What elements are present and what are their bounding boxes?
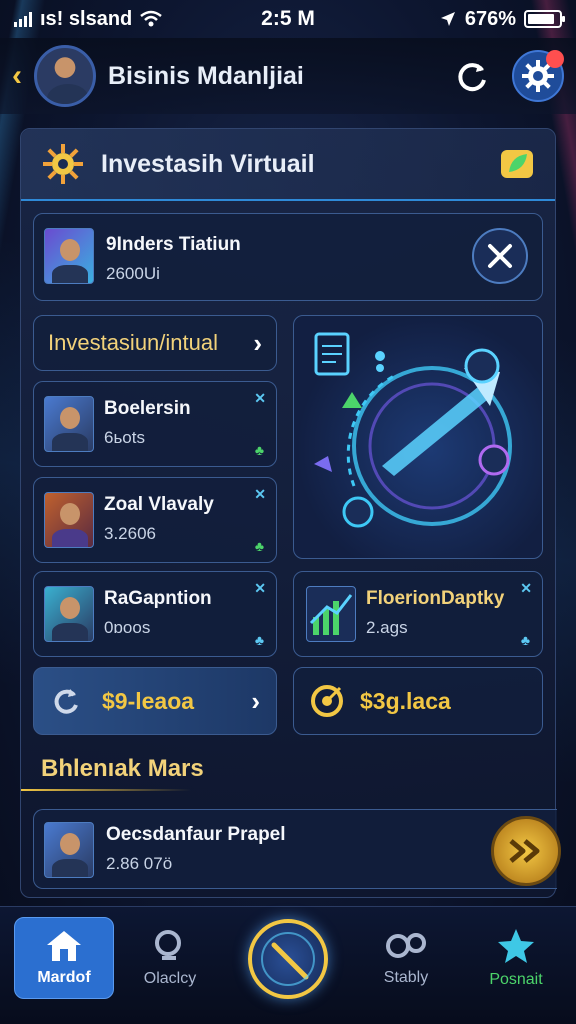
nav-label: Posnait <box>489 971 543 988</box>
wifi-icon <box>140 10 163 27</box>
gears-icon <box>386 933 426 958</box>
x-mark-icon: ✕ <box>520 580 532 596</box>
section-subtitle: Bhlenıak Mars <box>41 755 204 782</box>
x-mark-icon: ✕ <box>254 580 266 596</box>
row-value: 6ьots <box>104 428 145 447</box>
section-header[interactable]: Investasiun/intual › <box>33 315 277 371</box>
nav-stats[interactable]: Stably <box>356 917 456 999</box>
sun-gear-icon <box>43 144 83 184</box>
refresh-small-icon <box>54 689 78 714</box>
featured-item[interactable]: 9Inders Tiatiun 2600Ui <box>33 213 543 301</box>
status-bar: ıs! slsand 2:5 M 676% <box>0 0 576 38</box>
nav-home[interactable]: Mardof <box>14 917 114 999</box>
growth-illustration <box>293 315 543 559</box>
carrier-label: ıs! slsand <box>40 7 133 30</box>
star-icon <box>498 929 534 963</box>
page-title: Bisinis Mdanljiai <box>108 61 304 90</box>
amount-button-right[interactable]: $3g.laca <box>293 667 543 735</box>
row-name: Boelersin <box>104 398 191 419</box>
location-arrow-icon <box>440 12 455 26</box>
app-header: ‹ Bisinis Mdanljiai <box>0 38 576 114</box>
home-icon <box>47 931 81 961</box>
investment-card: Investasih Virtuail 9Inders Tiatiun 2600… <box>20 128 561 898</box>
row-avatar <box>44 492 94 548</box>
forward-button[interactable] <box>491 816 561 886</box>
x-mark-icon: ✕ <box>254 390 266 406</box>
amount-button-left[interactable]: $9-leaoa › <box>33 667 277 735</box>
amount-right: $3g.laca <box>360 687 451 714</box>
row-value: 3.2606 <box>104 524 156 543</box>
row-avatar <box>44 586 94 642</box>
row-value: 0ɒoos <box>104 618 151 637</box>
back-chevron-icon[interactable]: ‹ <box>12 59 32 93</box>
bottom-nav: Mardof Olaclcy Stably Posnait <box>0 906 576 1024</box>
chevron-right-icon: › <box>253 327 262 358</box>
list-item[interactable]: Oecsdanfaur Prapel 2.86 07ö <box>33 809 561 889</box>
divider <box>21 789 191 791</box>
nav-favorites[interactable]: Posnait <box>466 917 566 999</box>
settings-button[interactable] <box>512 50 564 102</box>
featured-avatar <box>44 228 94 284</box>
signal-icon <box>14 11 32 27</box>
battery-percent: 676% <box>464 7 516 30</box>
x-mark-icon: ✕ <box>254 486 266 502</box>
side-item-name: FloerionDaptky <box>366 588 505 609</box>
nav-label: Mardof <box>37 969 91 986</box>
section-title: Investasiun/intual <box>48 330 218 355</box>
refresh-button[interactable] <box>446 50 498 102</box>
card-title: Investasih Virtuail <box>101 149 315 178</box>
battery-icon <box>524 10 565 28</box>
nav-label: Olaclcy <box>143 970 197 987</box>
coin-target-icon <box>311 685 343 717</box>
row-avatar <box>44 396 94 452</box>
list-item[interactable]: RaGapntion 0ɒoos ✕ ♣ <box>33 571 277 657</box>
nav-center-button[interactable] <box>248 919 328 999</box>
refresh-icon <box>458 63 486 92</box>
row-name: RaGapntion <box>104 588 212 609</box>
amount-left: $9-leaoa <box>102 687 195 714</box>
chart-thumbnail-icon <box>306 586 356 642</box>
list-item[interactable]: Boelersin 6ьots ✕ ♣ <box>33 381 277 467</box>
club-icon: ♣ <box>254 538 264 554</box>
row-name: Oecsdanfaur Prapel <box>106 824 286 845</box>
chevron-right-icon: › <box>251 685 260 716</box>
club-icon: ♣ <box>254 442 264 458</box>
leaf-badge-icon[interactable] <box>499 146 535 182</box>
list-item[interactable]: Zoal Vlavaly 3.2606 ✕ ♣ <box>33 477 277 563</box>
featured-name: 9Inders Tiatiun <box>106 234 241 255</box>
row-value: 2.86 07ö <box>106 854 173 873</box>
side-item-value: 2.ags <box>366 618 408 637</box>
nav-label: Stably <box>383 969 429 986</box>
compass-icon <box>261 932 315 986</box>
row-name: Zoal Vlavaly <box>104 494 214 515</box>
club-icon: ♣ <box>254 632 264 648</box>
side-item[interactable]: FloerionDaptky 2.ags ✕ ♣ <box>293 571 543 657</box>
fast-forward-icon <box>509 839 540 863</box>
close-icon <box>488 244 512 268</box>
row-avatar <box>44 822 94 878</box>
magnifier-icon <box>155 930 181 960</box>
featured-value: 2600Ui <box>106 264 160 283</box>
nav-search[interactable]: Olaclcy <box>120 917 220 999</box>
notification-badge <box>546 50 564 68</box>
growth-chart-icon <box>314 332 512 528</box>
avatar[interactable] <box>34 45 96 107</box>
card-header: Investasih Virtuail <box>21 129 555 201</box>
clock: 2:5 M <box>261 7 315 30</box>
club-icon: ♣ <box>520 632 530 648</box>
close-button[interactable] <box>472 228 528 284</box>
